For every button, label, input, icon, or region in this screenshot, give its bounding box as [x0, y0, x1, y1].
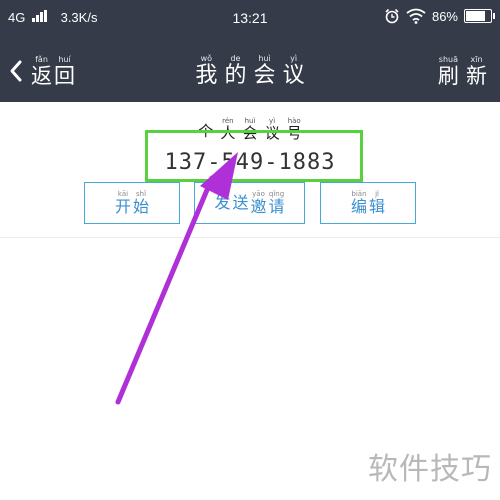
status-bar: 4G 3.3K/s 13:21 86%	[0, 0, 500, 36]
status-right: 86%	[384, 8, 495, 24]
battery-percent: 86%	[431, 8, 458, 24]
title-char: de 的	[224, 53, 247, 88]
start-char: kāi 开	[114, 190, 131, 217]
battery-icon	[464, 9, 495, 23]
edit-char: jí 辑	[369, 190, 386, 217]
wifi-icon	[406, 8, 426, 24]
title-char: huì 会	[253, 53, 276, 88]
edit-char: biān 编	[350, 190, 367, 217]
start-char: shǐ 始	[133, 190, 150, 217]
invite-char: yāo 邀	[250, 190, 267, 217]
start-button[interactable]: kāi 开 shǐ 始	[84, 182, 180, 224]
title-char: wǒ 我	[195, 53, 218, 88]
send-invite-button[interactable]: 发 送 yāo 邀 qǐng 请	[194, 182, 305, 224]
nav-bar: fǎn 返 huí 回 wǒ 我 de 的 huì 会 yì 议 shuā 刷 xīn 新	[0, 36, 500, 102]
edit-button[interactable]: biān 编 jí 辑	[320, 182, 416, 224]
refresh-button[interactable]: shuā 刷 xīn 新	[437, 47, 488, 88]
main-content: 个 rén 人 huì 会 yì 议 hào 号 137-549-1883 kāi 开 s…	[0, 102, 500, 500]
invite-char: 发	[214, 193, 231, 213]
battery-fill	[466, 11, 485, 21]
refresh-char: xīn 新	[466, 54, 487, 88]
divider	[0, 237, 500, 238]
page-title: wǒ 我 de 的 huì 会 yì 议	[0, 46, 500, 88]
alarm-clock-icon	[385, 8, 399, 24]
invite-char: 送	[232, 193, 249, 213]
refresh-char: shuā 刷	[437, 54, 459, 88]
title-char: yì 议	[282, 53, 305, 88]
watermark: 软件技巧	[368, 452, 492, 487]
invite-char: qǐng 请	[268, 190, 285, 217]
highlight-box	[145, 130, 363, 182]
